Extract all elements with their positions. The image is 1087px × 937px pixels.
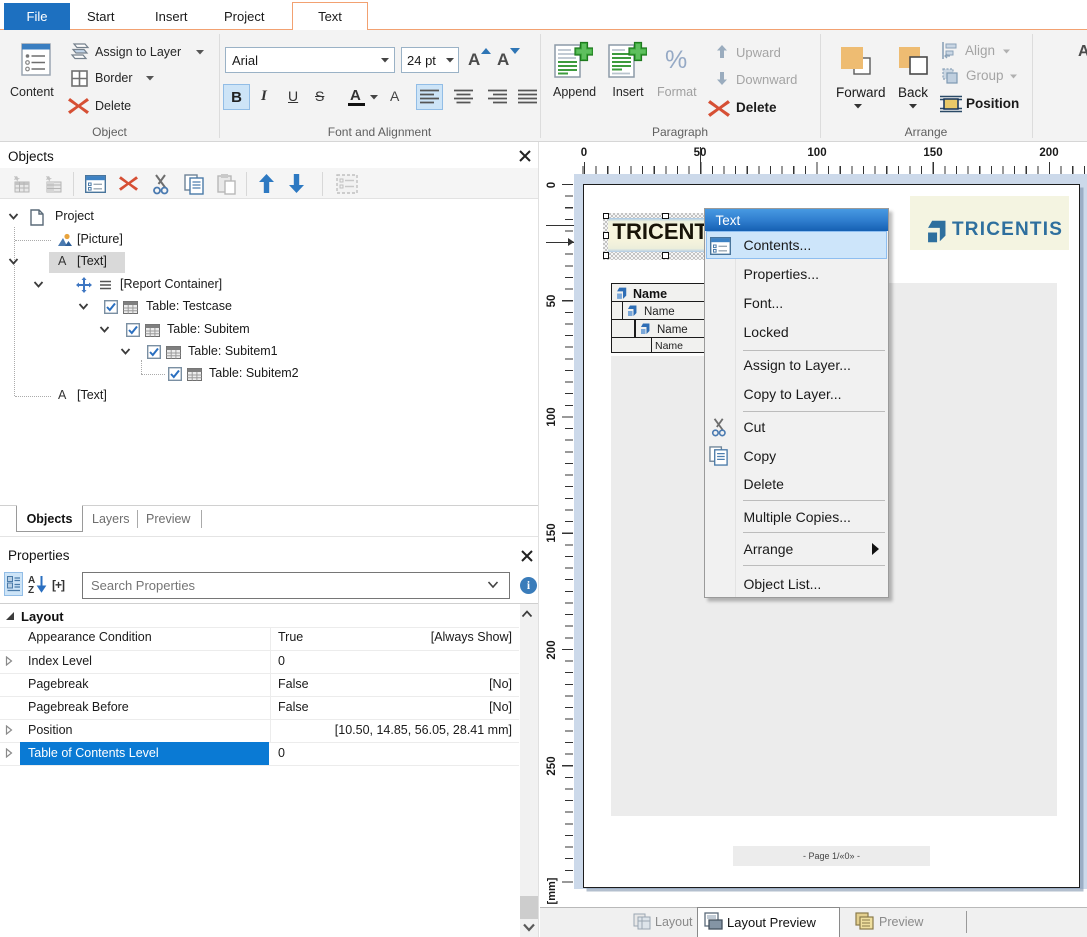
svg-text:Z: Z [28, 585, 34, 594]
